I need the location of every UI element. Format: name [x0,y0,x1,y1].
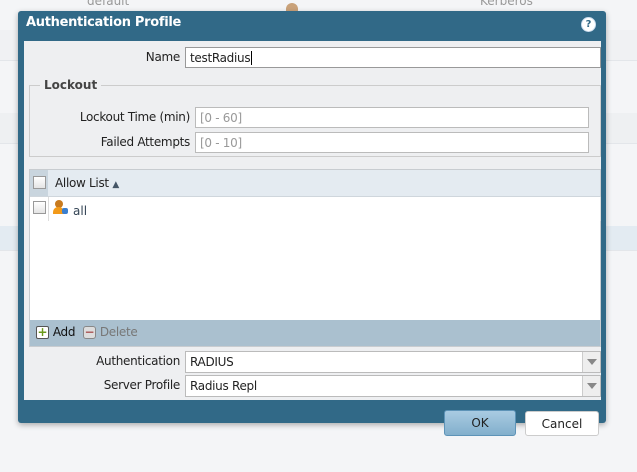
server-profile-value: Radius Repl [190,379,257,393]
select-all-checkbox[interactable] [33,176,46,189]
dialog-title: Authentication Profile [26,15,182,30]
name-value: testRadius [190,51,251,65]
ok-button[interactable]: OK [444,410,516,436]
lockout-time-placeholder: [0 - 60] [200,111,242,125]
user-group-icon [53,200,69,215]
name-input[interactable]: testRadius [185,47,601,68]
list-item[interactable]: all [30,197,601,221]
authentication-label: Authentication [96,354,180,368]
authentication-value: RADIUS [190,355,234,369]
cancel-button[interactable]: Cancel [525,411,599,436]
chevron-down-icon[interactable] [582,352,600,372]
dialog-body: Name testRadius Lockout Lockout Time (mi… [24,41,601,400]
server-profile-label: Server Profile [103,378,181,392]
failed-attempts-placeholder: [0 - 10] [200,136,242,150]
allow-list-header: Allow List ▲ [30,170,600,197]
lockout-time-label: Lockout Time (min) [79,110,190,124]
server-profile-select[interactable]: Radius Repl [185,375,601,397]
authentication-profile-dialog: Authentication Profile ? Name testRadius… [18,11,606,436]
row-checkbox[interactable] [33,201,46,214]
allow-list-column-header[interactable]: Allow List ▲ [55,176,119,190]
failed-attempts-input[interactable]: [0 - 10] [195,132,589,153]
background-cell: default [87,0,130,8]
name-label: Name [145,50,181,64]
allow-list-grid: Allow List ▲ all + Add − Delete [29,169,601,347]
chevron-down-icon[interactable] [582,376,600,396]
lockout-time-input[interactable]: [0 - 60] [195,107,589,128]
authentication-select[interactable]: RADIUS [185,351,601,373]
list-item-label: all [73,204,88,218]
help-icon[interactable]: ? [581,17,596,32]
sort-ascending-icon: ▲ [112,180,119,190]
add-button[interactable]: + Add [36,325,75,339]
plus-icon: + [36,325,49,339]
lockout-legend: Lockout [44,78,98,92]
delete-button[interactable]: − Delete [83,325,138,339]
background-icon [286,3,298,11]
grid-toolbar: + Add − Delete [30,320,600,346]
background-cell: Kerberos [480,0,533,8]
failed-attempts-label: Failed Attempts [100,135,191,149]
minus-icon: − [83,325,96,339]
